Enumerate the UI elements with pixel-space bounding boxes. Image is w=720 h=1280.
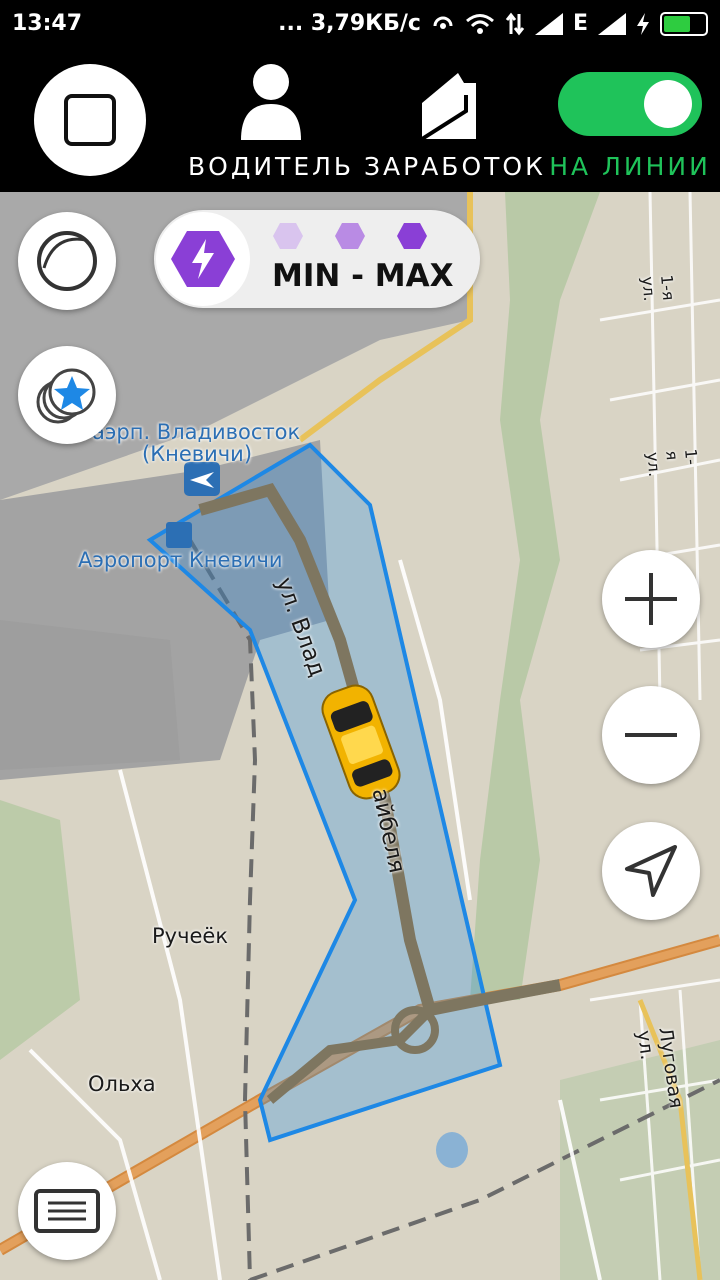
- signal-icon: [534, 12, 563, 35]
- hex-level-2: [335, 223, 365, 249]
- tab-driver[interactable]: ВОДИТЕЛЬ: [188, 50, 354, 181]
- data-transfer-icon: [505, 12, 525, 35]
- tab-driver-label: ВОДИТЕЛЬ: [188, 152, 355, 181]
- top-bar: ВОДИТЕЛЬ ЗАРАБОТОК НА ЛИНИИ: [0, 50, 720, 192]
- wifi-icon: [466, 13, 494, 34]
- square-icon: [64, 94, 116, 146]
- hex-level-3: [397, 223, 427, 249]
- orbit-icon: [37, 231, 97, 291]
- surge-level-hexes: [272, 222, 428, 250]
- map-label-1ya-b: 1-я ул.: [643, 448, 702, 478]
- favorites-button[interactable]: [18, 346, 116, 444]
- tab-earnings[interactable]: ЗАРАБОТОК: [364, 50, 543, 181]
- menu-button[interactable]: [18, 1162, 116, 1260]
- status-bar: 13:47 ... 3,79КБ/с E: [0, 0, 720, 50]
- locate-button[interactable]: [602, 822, 700, 920]
- map-label-olkha: Ольха: [88, 1072, 156, 1096]
- zoom-out-icon: [625, 733, 677, 737]
- map-label-ruchyok: Ручеёк: [152, 924, 229, 948]
- zoom-out-button[interactable]: [602, 686, 700, 784]
- hex-level-1: [273, 223, 303, 249]
- map-label-airport-sub: (Кневичи): [142, 442, 253, 466]
- zoom-in-icon: [625, 573, 677, 625]
- menu-icon: [34, 1189, 100, 1233]
- signal-icon: [598, 12, 626, 35]
- bolt-icon: [171, 231, 235, 287]
- tab-earnings-label: ЗАРАБОТОК: [364, 152, 546, 181]
- headset-icon: [433, 16, 453, 29]
- map-label-airport: аэрп. Владивосток: [92, 420, 301, 444]
- tab-online-label: НА ЛИНИИ: [549, 152, 711, 181]
- surge-pricing-panel[interactable]: MIN - MAX: [154, 210, 480, 308]
- home-square-button[interactable]: [34, 64, 146, 176]
- battery-icon: [660, 11, 708, 36]
- wallet-icon: [420, 73, 476, 141]
- status-icons: ... 3,79КБ/с E: [278, 11, 708, 36]
- online-toggle[interactable]: [558, 72, 702, 136]
- network-speed: ... 3,79КБ/с: [278, 11, 421, 36]
- star-stack-icon: [36, 368, 96, 424]
- locate-icon: [625, 845, 677, 897]
- train-station-icon: [166, 522, 192, 548]
- zoom-in-button[interactable]: [602, 550, 700, 648]
- status-time: 13:47: [12, 11, 83, 36]
- surge-range-label: MIN - MAX: [272, 258, 454, 294]
- surge-bolt-badge: [156, 212, 250, 306]
- charging-icon: [637, 12, 649, 35]
- driver-icon: [241, 64, 301, 140]
- filter-circle-button[interactable]: [18, 212, 116, 310]
- network-type: E: [572, 11, 588, 36]
- map-label-1ya: 1-я ул.: [638, 274, 679, 302]
- map-label-station: Аэропорт Кневичи: [78, 548, 283, 572]
